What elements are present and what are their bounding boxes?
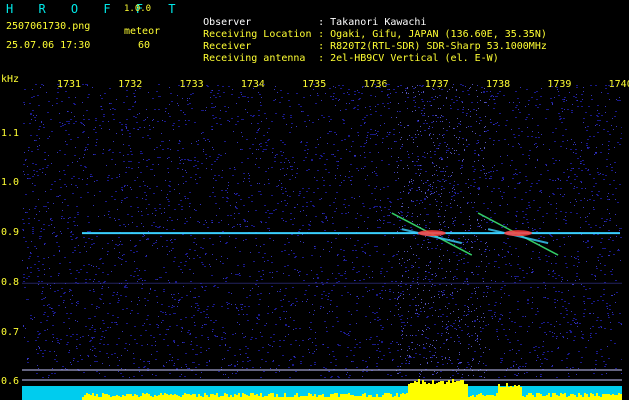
meteor-count-label: meteor [124,26,161,37]
y-tick-label: 1.0 [1,177,20,189]
info-row-antenna: Receiving antenna : 2el-HB9CV Vertical (e… [179,41,499,77]
observation-datetime: 25.07.06 17:30 [6,40,91,51]
spectrogram-plot [22,84,622,400]
info-label: Receiving antenna [203,53,306,64]
noise-speckle [22,84,622,378]
noise-layer [22,84,622,378]
info-value: : 2el-HB9CV Vertical (el. E-W) [318,53,499,64]
y-tick-label: 0.8 [1,276,20,288]
y-tick-label: 1.1 [1,127,20,139]
meteor-echo [417,230,446,237]
y-tick-label: 0.7 [1,326,20,338]
y-axis-unit-label: kHz [1,74,20,85]
meteor-count-value: 60 [138,40,151,51]
y-tick-label: 0.6 [1,376,20,388]
image-filename: 2507061730.png [6,21,91,32]
y-tick-label: 0.9 [1,227,20,239]
app-version: 1.0.0 [124,4,152,14]
meteor-echo [504,230,533,237]
activity-layer [22,379,622,400]
hrofft-window: H R O F F T 1.0.0 2507061730.png 25.07.0… [0,0,629,400]
app-title: H R O F F T [6,2,185,16]
echo-layer [82,212,620,256]
